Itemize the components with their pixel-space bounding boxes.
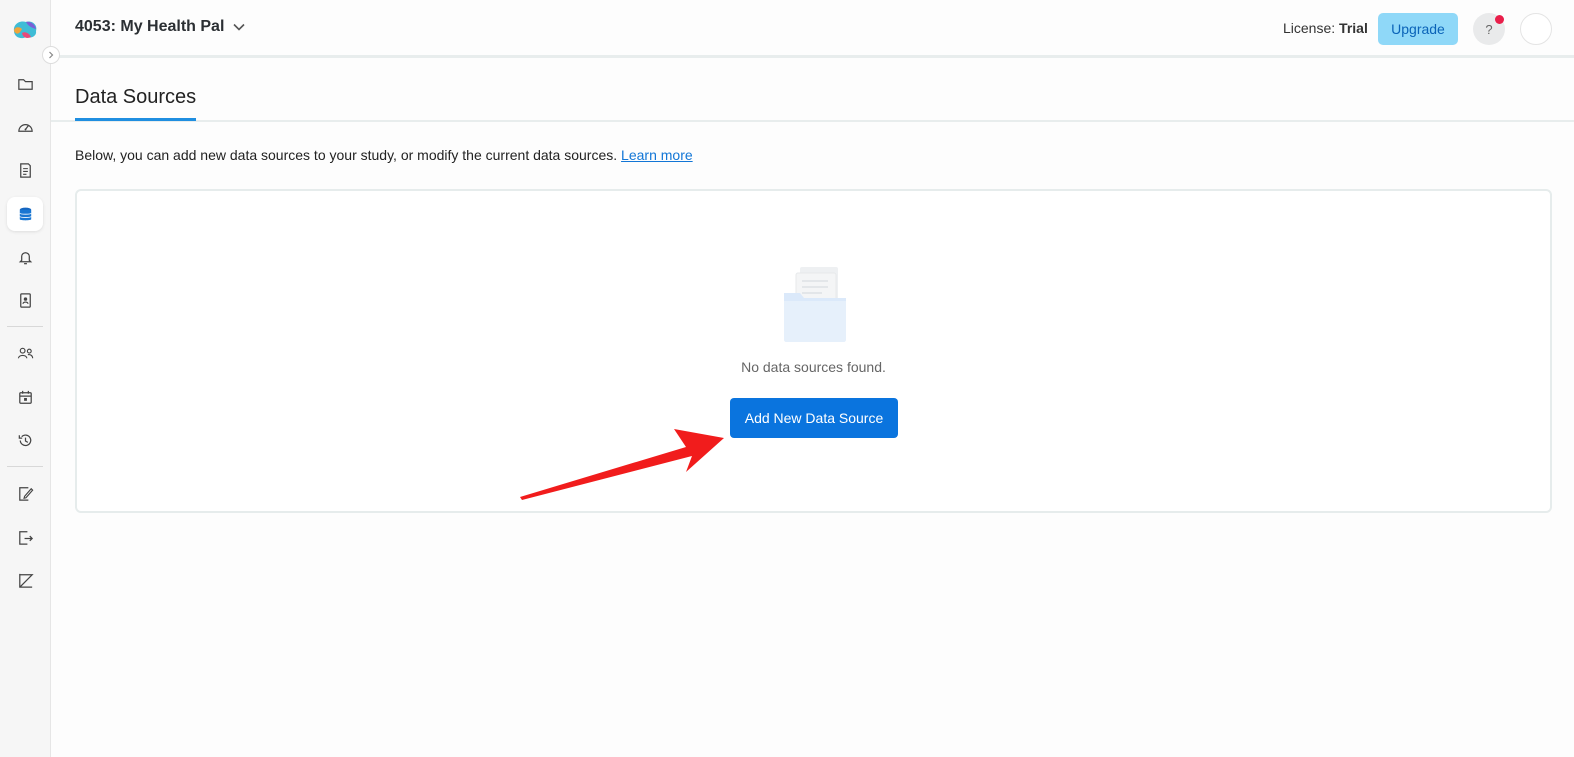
help-button[interactable]: ? — [1473, 13, 1505, 45]
tab-bar: Data Sources — [51, 58, 1574, 122]
edit-document-icon — [18, 486, 33, 501]
sidebar-collapse-toggle[interactable] — [42, 46, 60, 64]
sidebar-item-participants[interactable] — [7, 336, 43, 370]
intro-description: Below, you can add new data sources to y… — [75, 147, 618, 163]
document-icon — [19, 162, 31, 178]
sidebar-divider — [7, 326, 43, 327]
sidebar-item-history[interactable] — [7, 423, 43, 457]
tab-data-sources[interactable]: Data Sources — [75, 86, 197, 121]
export-document-icon — [18, 530, 33, 545]
upgrade-button[interactable]: Upgrade — [1378, 13, 1458, 45]
add-data-source-button[interactable]: Add New Data Source — [730, 398, 898, 438]
sidebar-item-analytics[interactable] — [7, 563, 43, 597]
sidebar-item-edit[interactable] — [7, 476, 43, 510]
sidebar — [0, 0, 60, 757]
users-icon — [17, 347, 33, 358]
license-info: License: Trial — [1283, 20, 1368, 36]
sidebar-divider — [7, 466, 43, 467]
top-header: 4053: My Health Pal License: Trial Upgra… — [51, 0, 1574, 58]
intro-text: Below, you can add new data sources to y… — [75, 147, 693, 163]
calendar-icon — [18, 390, 32, 404]
project-selector[interactable]: 4053: My Health Pal — [75, 18, 246, 36]
sidebar-item-dashboard[interactable] — [7, 110, 43, 144]
sidebar-item-data-sources[interactable] — [7, 197, 43, 231]
data-sources-panel: No data sources found. Add New Data Sour… — [75, 189, 1552, 513]
learn-more-link[interactable]: Learn more — [621, 147, 693, 163]
project-title: 4053: My Health Pal — [75, 18, 225, 35]
sidebar-item-notifications[interactable] — [7, 240, 43, 274]
chart-icon — [18, 573, 34, 588]
folder-icon — [17, 78, 33, 90]
chevron-right-icon — [49, 51, 54, 59]
bell-icon — [18, 251, 32, 264]
database-icon — [18, 207, 32, 220]
license-label: License: — [1283, 20, 1336, 36]
sidebar-item-documents[interactable] — [7, 153, 43, 187]
chevron-down-icon — [233, 23, 245, 31]
dashboard-gauge-icon — [17, 123, 33, 132]
sidebar-item-files[interactable] — [7, 67, 43, 101]
contact-card-icon — [19, 292, 31, 308]
notification-dot — [1495, 15, 1504, 24]
license-value: Trial — [1339, 20, 1368, 36]
empty-state-message: No data sources found. — [741, 359, 886, 375]
sidebar-item-contacts[interactable] — [7, 283, 43, 317]
help-icon: ? — [1485, 21, 1493, 37]
history-icon — [18, 433, 31, 446]
empty-folder-icon — [784, 267, 846, 342]
sidebar-item-schedule[interactable] — [7, 380, 43, 414]
app-logo-icon[interactable] — [11, 19, 39, 41]
sidebar-item-export[interactable] — [7, 520, 43, 554]
avatar[interactable] — [1520, 13, 1552, 45]
